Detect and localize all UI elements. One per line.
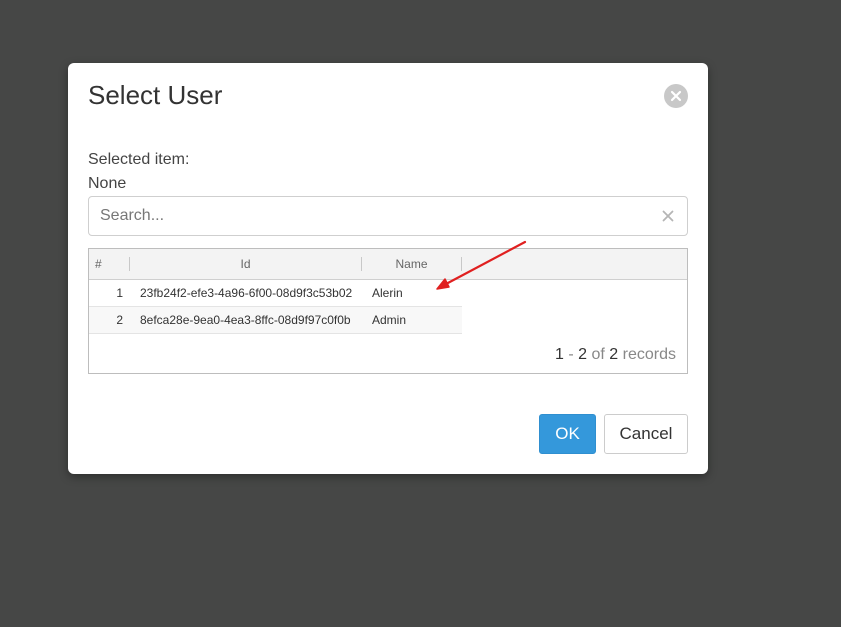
search-input[interactable] <box>89 197 660 235</box>
column-header-id[interactable]: Id <box>130 249 361 279</box>
pager-separator: - <box>568 346 574 363</box>
pager-from: 1 <box>554 346 564 363</box>
search-box <box>88 196 688 236</box>
close-button[interactable] <box>664 84 688 108</box>
selected-item-label: Selected item: <box>88 151 190 168</box>
row-index: 2 <box>116 313 123 327</box>
pager-of: of <box>591 346 605 363</box>
clear-x-icon[interactable] <box>662 210 674 222</box>
pager-info: 1 - 2 of 2 records <box>555 346 676 364</box>
table-row[interactable]: 2 8efca28e-9ea0-4ea3-8ffc-08d9f97c0f0b A… <box>89 307 462 334</box>
table-row[interactable]: 1 23fb24f2-efe3-4a96-6f00-08d9f3c53b02 A… <box>89 280 462 307</box>
select-user-dialog: Select User Selected item: None # Id Nam… <box>68 63 708 474</box>
close-icon <box>670 90 682 102</box>
row-name: Alerin <box>372 286 403 300</box>
pager-records: records <box>622 346 676 363</box>
column-header-name[interactable]: Name <box>362 249 461 279</box>
pager-total: 2 <box>609 346 619 363</box>
row-id: 23fb24f2-efe3-4a96-6f00-08d9f3c53b02 <box>140 286 353 300</box>
row-name: Admin <box>372 313 407 327</box>
pager-to: 2 <box>578 346 588 363</box>
cancel-button[interactable]: Cancel <box>604 414 688 454</box>
column-separator[interactable] <box>461 257 462 271</box>
ok-button[interactable]: OK <box>539 414 596 454</box>
row-id: 8efca28e-9ea0-4ea3-8ffc-08d9f97c0f0b <box>140 313 351 327</box>
grid-header: # Id Name <box>89 249 687 280</box>
row-index: 1 <box>116 286 123 300</box>
dialog-title: Select User <box>88 80 223 110</box>
selected-item-value: None <box>88 175 127 192</box>
column-header-index[interactable]: # <box>95 249 102 279</box>
users-grid: # Id Name 1 23fb24f2-efe3-4a96-6f00-08d9… <box>88 248 688 374</box>
